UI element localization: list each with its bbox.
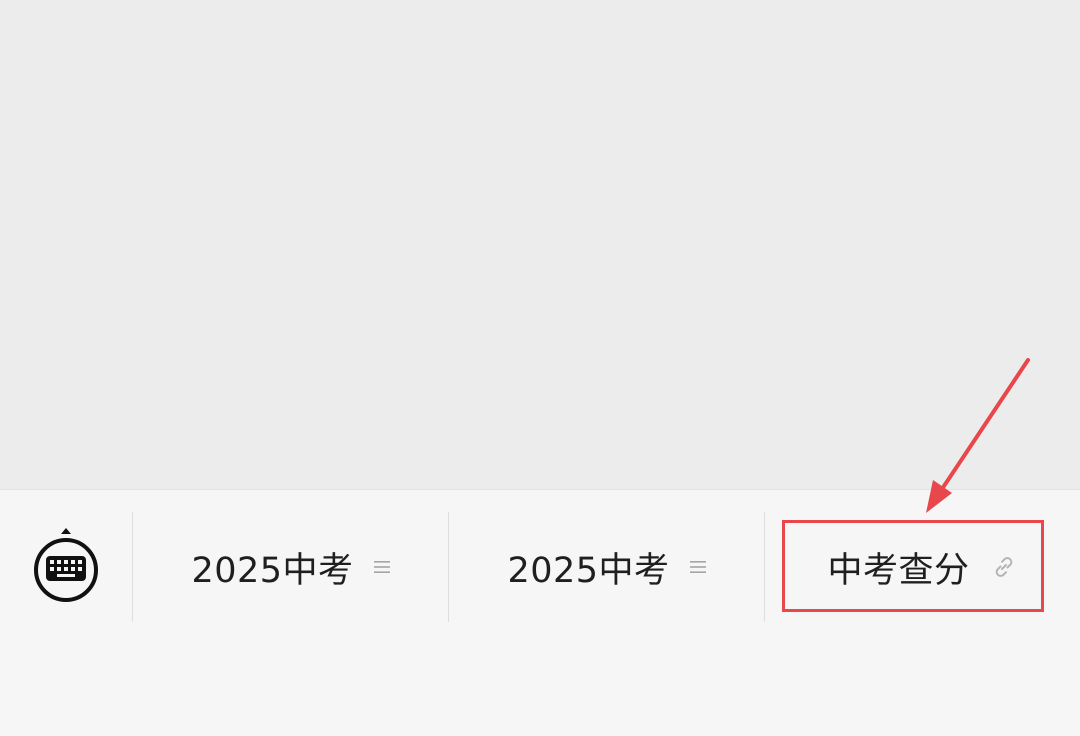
menu-item-label: 2025中考 [191, 550, 354, 591]
hamburger-icon [373, 561, 390, 573]
menu-item-2025-zhongkao-1[interactable]: 2025中考 [133, 512, 448, 622]
menu-item-zhongkao-chafen[interactable]: 中考查分 [765, 512, 1080, 622]
chat-area [0, 0, 1080, 489]
custom-menu-bar: 2025中考 2025中考 中考查分 [0, 489, 1080, 736]
link-icon [995, 557, 1012, 577]
hamburger-icon [689, 561, 706, 573]
menu-item-label: 2025中考 [507, 550, 670, 591]
keyboard-icon [34, 528, 98, 602]
menu-item-label: 中考查分 [827, 550, 970, 591]
keyboard-toggle-button[interactable] [30, 526, 102, 602]
menu-item-2025-zhongkao-2[interactable]: 2025中考 [449, 512, 764, 622]
